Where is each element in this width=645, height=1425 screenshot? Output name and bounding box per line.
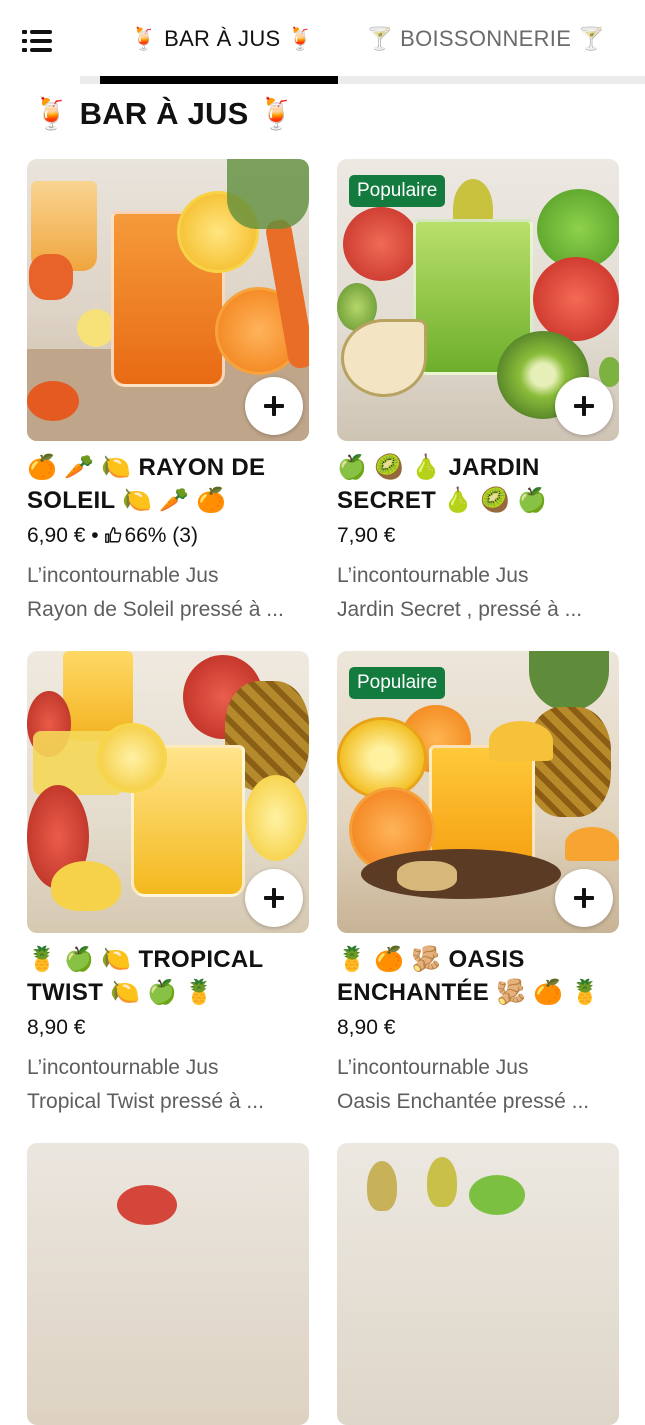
product-title: 🍊 🥕 🍋 RAYON DE SOLEIL 🍋 🥕 🍊 [27,454,266,514]
active-tab-indicator [100,76,338,84]
red-apple [117,1185,177,1225]
add-to-cart-button[interactable] [245,377,303,435]
product-card-next-right[interactable] [337,1143,619,1425]
lemon-slice [97,723,167,793]
red-apple [533,257,619,341]
popular-badge: Populaire [349,667,446,699]
product-rating: 66% (3) [124,524,198,547]
product-desc-line-1: L’incontournable Jus [27,564,219,587]
carrot [29,254,73,300]
carrot-leaves [227,159,309,229]
product-title: 🍏 🥝 🍐 JARDIN SECRET 🍐 🥝 🍏 [337,454,548,514]
tab-bar-a-jus[interactable]: 🍹 BAR À JUS 🍹 [130,26,315,52]
red-apple [343,207,419,281]
product-card-next-left[interactable] [27,1143,309,1425]
product-title: 🍍 🍏 🍋 TROPICAL TWIST 🍋 🍏 🍍 [27,946,264,1006]
product-desc-line-2: Oasis Enchantée pressé ... [337,1090,590,1113]
product-price: 8,90 € [337,1016,396,1039]
orange-wedge [565,827,619,861]
product-card-oasis-enchantee[interactable]: Populaire 🍍 🍊 🫚 OASIS ENCHANTÉE 🫚 🍊 🍍 8,… [337,651,619,1119]
section-title: 🍹 BAR À JUS 🍹 [32,96,297,131]
product-desc-line-2: Rayon de Soleil pressé à ... [27,598,284,621]
pineapple-leaves [529,651,609,711]
thumbs-up-icon [105,527,122,543]
lemon-wedge [51,861,121,911]
add-to-cart-button[interactable] [555,869,613,927]
product-card-jardin-secret[interactable]: Populaire 🍏 🥝 🍐 JARDIN SECRET 🍐 🥝 🍏 7,90… [337,159,619,627]
top-tab-bar: 🍹 BAR À JUS 🍹 🍸 BOISSONNERIE 🍸 [0,0,645,84]
product-image[interactable] [27,651,309,933]
product-desc-line-2: Jardin Secret , pressé à ... [337,598,583,621]
product-desc-line-1: L’incontournable Jus [337,564,529,587]
ginger [397,861,457,891]
green-apple [469,1175,525,1215]
menu-icon[interactable] [22,28,52,54]
price-and-rating: 6,90 € • 66% (3) [27,523,309,549]
carrot-slices [27,381,79,421]
product-image[interactable] [27,1143,309,1425]
product-price: 6,90 € [27,524,86,547]
product-desc-line-1: L’incontournable Jus [27,1056,219,1079]
product-image[interactable] [27,159,309,441]
product-price: 7,90 € [337,524,396,547]
pear [367,1161,397,1211]
product-card-tropical-twist[interactable]: 🍍 🍏 🍋 TROPICAL TWIST 🍋 🍏 🍍 8,90 € L’inco… [27,651,309,1119]
lemon-half [245,775,307,861]
product-image[interactable]: Populaire [337,159,619,441]
pineapple [527,707,611,817]
pineapple-wedge [489,721,553,761]
lemon [77,309,115,347]
tab-boissonnerie[interactable]: 🍸 BOISSONNERIE 🍸 [366,26,605,52]
product-desc-line-1: L’incontournable Jus [337,1056,529,1079]
add-to-cart-button[interactable] [555,377,613,435]
product-desc-line-2: Tropical Twist pressé à ... [27,1090,264,1113]
product-image[interactable] [337,1143,619,1425]
wooden-board [361,849,561,899]
product-card-rayon-de-soleil[interactable]: 🍊 🥕 🍋 RAYON DE SOLEIL 🍋 🥕 🍊 6,90 € • 66%… [27,159,309,627]
product-title: 🍍 🍊 🫚 OASIS ENCHANTÉE 🫚 🍊 🍍 [337,946,601,1006]
product-image[interactable]: Populaire [337,651,619,933]
add-to-cart-button[interactable] [245,869,303,927]
popular-badge: Populaire [349,175,446,207]
pineapple-slice [337,717,427,799]
product-price: 8,90 € [27,1016,86,1039]
separator: • [91,524,99,547]
pear-half [341,319,427,397]
